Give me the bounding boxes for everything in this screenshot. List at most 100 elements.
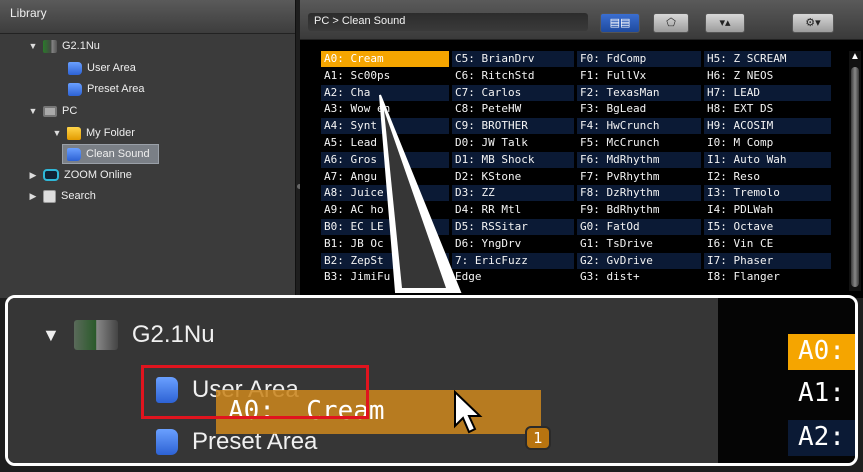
scroll-up-icon[interactable]: ▲ bbox=[849, 51, 861, 65]
scroll-thumb[interactable] bbox=[851, 67, 859, 287]
patch-cell[interactable]: A5: Lead bbox=[321, 135, 449, 151]
tree-item-preset-area[interactable]: Preset Area bbox=[68, 79, 144, 99]
patch-cell[interactable]: F0: FdComp bbox=[577, 51, 701, 67]
patch-cell[interactable]: F6: MdRhythm bbox=[577, 151, 701, 168]
patch-cell[interactable]: D6: YngDrv bbox=[452, 236, 574, 252]
patch-cell[interactable]: F2: TexasMan bbox=[577, 84, 701, 101]
patch-cell[interactable]: A4: Synt h bbox=[321, 118, 449, 135]
expand-down-icon[interactable]: ▼ bbox=[28, 41, 38, 51]
patch-cell[interactable]: I2: Reso bbox=[704, 169, 831, 185]
expand-right-icon[interactable]: ▶ bbox=[28, 170, 38, 181]
patch-scrollbar[interactable]: ▲ bbox=[849, 51, 861, 291]
patch-cell[interactable]: H8: EXT DS bbox=[704, 101, 831, 117]
effects-button[interactable]: ⬠ bbox=[653, 13, 689, 33]
patch-cell[interactable]: H9: ACOSIM bbox=[704, 118, 831, 135]
tree-item-label: My Folder bbox=[86, 127, 135, 139]
patch-cell[interactable]: F7: PvRhythm bbox=[577, 169, 701, 185]
sort-button[interactable]: ▾▴ bbox=[705, 13, 745, 33]
tree-item-label: Clean Sound bbox=[86, 148, 150, 160]
tree-item-search[interactable]: ▶ Search bbox=[28, 186, 96, 206]
patch-cell[interactable]: A1: Sc00ps bbox=[321, 68, 449, 84]
up-down-arrows-icon: ▾▴ bbox=[719, 17, 731, 29]
patch-cell[interactable]: I4: PDLWah bbox=[704, 202, 831, 218]
zoom-online-icon bbox=[43, 169, 59, 181]
patch-cell[interactable]: C7: Carlos bbox=[452, 84, 574, 101]
patch-cell[interactable]: A3: Wow en bbox=[321, 101, 449, 117]
patch-cell[interactable]: D1: MB Shock bbox=[452, 151, 574, 168]
patch-cell[interactable]: B1: JB Oc bbox=[321, 236, 449, 252]
patch-toolbar: PC > Clean Sound ▤▤ ⬠ ▾▴ ⚙▾ bbox=[300, 0, 863, 40]
document-icon bbox=[67, 147, 81, 161]
tree-item-label: Search bbox=[61, 190, 96, 202]
tree-item-my-folder[interactable]: ▼ My Folder bbox=[52, 123, 135, 143]
patch-cell[interactable]: D3: ZZ bbox=[452, 185, 574, 202]
device-icon bbox=[43, 39, 57, 53]
patch-cell[interactable]: C8: PeteHW bbox=[452, 101, 574, 117]
patch-cell[interactable]: D5: RSSitar bbox=[452, 219, 574, 235]
expand-down-icon[interactable]: ▼ bbox=[28, 106, 38, 116]
tree-item-zoom-online[interactable]: ▶ ZOOM Online bbox=[28, 165, 132, 185]
patch-cell[interactable]: H7: LEAD bbox=[704, 84, 831, 101]
patch-cell[interactable]: A9: AC ho bbox=[321, 202, 449, 218]
patch-cell[interactable]: D0: JW Talk bbox=[452, 135, 574, 151]
patch-cell[interactable]: H6: Z NEOS bbox=[704, 68, 831, 84]
patch-cell[interactable]: I5: Octave bbox=[704, 219, 831, 235]
patch-cell[interactable]: B3: JimiFu bbox=[321, 269, 449, 285]
settings-menu-button[interactable]: ⚙▾ bbox=[792, 13, 834, 33]
patch-cell[interactable]: F1: FullVx bbox=[577, 68, 701, 84]
patch-cell[interactable]: I0: M Comp bbox=[704, 135, 831, 151]
list-view-button[interactable]: ▤▤ bbox=[600, 13, 640, 33]
patch-cell[interactable]: A2: Cha bbox=[321, 84, 449, 101]
patch-cell[interactable]: I8: Flanger bbox=[704, 269, 831, 285]
patch-cell[interactable]: F5: McCrunch bbox=[577, 135, 701, 151]
patch-cell[interactable]: I6: Vin CE bbox=[704, 236, 831, 252]
search-icon bbox=[43, 189, 56, 203]
patch-cell[interactable]: I3: Tremolo bbox=[704, 185, 831, 202]
patch-cell[interactable]: C6: RitchStd bbox=[452, 68, 574, 84]
tree-item-label: Preset Area bbox=[87, 83, 145, 95]
patch-cell[interactable]: G1: TsDrive bbox=[577, 236, 701, 252]
gear-menu-icon: ⚙▾ bbox=[805, 17, 821, 29]
expand-down-icon[interactable]: ▼ bbox=[52, 128, 62, 138]
library-header: Library bbox=[0, 0, 295, 34]
patch-cell[interactable]: A6: Gros bbox=[321, 151, 449, 168]
library-title: Library bbox=[10, 6, 47, 20]
tree-item-label: G2.1Nu bbox=[62, 40, 100, 52]
patch-cell[interactable]: A7: Angu bbox=[321, 169, 449, 185]
patch-cell[interactable]: 7: EricFuzz bbox=[452, 252, 574, 269]
patch-cell[interactable]: F4: HwCrunch bbox=[577, 118, 701, 135]
zoom-patch-cell: A0: bbox=[788, 334, 855, 370]
patch-cell[interactable]: G3: dist+ bbox=[577, 269, 701, 285]
patch-cell[interactable]: F3: BgLead bbox=[577, 101, 701, 117]
patch-cell[interactable]: A8: Juice bbox=[321, 185, 449, 202]
zoom-tree-item-device: ▼ G2.1Nu bbox=[42, 320, 215, 350]
expand-right-icon[interactable]: ▶ bbox=[28, 191, 38, 202]
tree-item-user-area[interactable]: User Area bbox=[68, 58, 136, 78]
patch-cell[interactable]: B0: EC LE bbox=[321, 219, 449, 235]
patch-cell[interactable]: A0: Cream bbox=[321, 51, 449, 67]
patch-cell[interactable]: C5: BrianDrv bbox=[452, 51, 574, 67]
tree-item-device[interactable]: ▼ G2.1Nu bbox=[28, 36, 100, 56]
tree-item-label: ZOOM Online bbox=[64, 169, 132, 181]
patch-cell[interactable]: F9: BdRhythm bbox=[577, 202, 701, 218]
patch-cell[interactable]: D2: KStone bbox=[452, 169, 574, 185]
zoom-detail-box: ▼ G2.1Nu User Area Preset Area A0: Cream… bbox=[5, 295, 858, 466]
patch-cell[interactable]: G0: FatOd bbox=[577, 219, 701, 235]
zoom-tree-label: G2.1Nu bbox=[131, 321, 215, 348]
patch-cell[interactable]: I1: Auto Wah bbox=[704, 151, 831, 168]
mouse-pointer-icon bbox=[454, 390, 483, 434]
zoom-patch-cell: A1: bbox=[798, 378, 845, 408]
patch-cell[interactable]: B2: ZepSt bbox=[321, 252, 449, 269]
patch-cell[interactable]: H5: Z SCREAM bbox=[704, 51, 831, 67]
patch-cell[interactable]: I7: Phaser bbox=[704, 252, 831, 269]
tree-item-clean-sound[interactable]: Clean Sound bbox=[62, 144, 159, 164]
patch-cell[interactable]: G2: GvDrive bbox=[577, 252, 701, 269]
computer-icon bbox=[43, 105, 57, 117]
patch-cell[interactable]: C9: BROTHER bbox=[452, 118, 574, 135]
patch-cell[interactable]: Edge bbox=[452, 269, 574, 285]
tree-item-pc[interactable]: ▼ PC bbox=[28, 101, 78, 121]
patch-cell[interactable]: F8: DzRhythm bbox=[577, 185, 701, 202]
device-icon bbox=[73, 320, 118, 350]
patch-cell[interactable]: D4: RR Mtl bbox=[452, 202, 574, 218]
document-icon bbox=[156, 429, 178, 455]
